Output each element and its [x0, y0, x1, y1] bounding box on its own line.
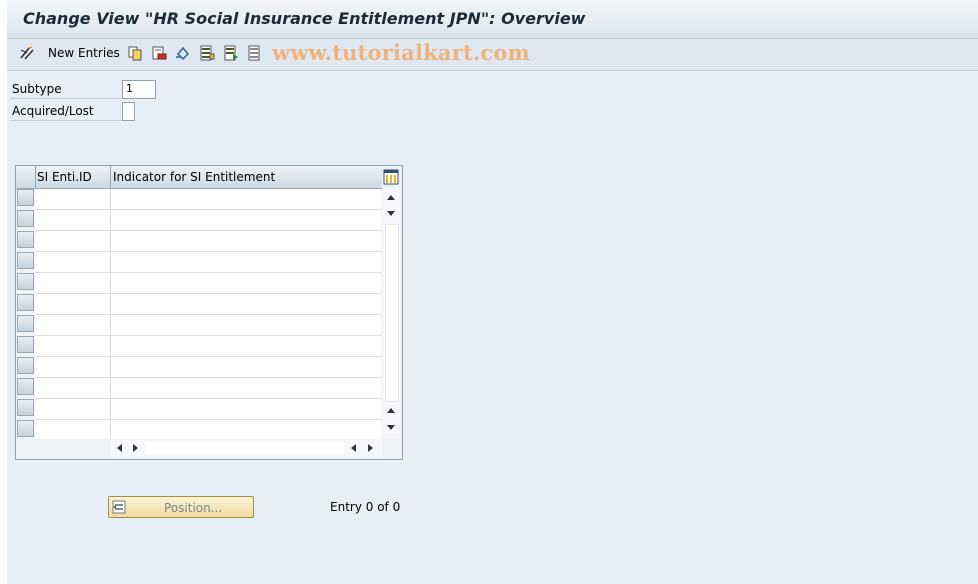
column-header-si-enti-id[interactable]: SI Enti.ID — [37, 170, 92, 184]
table-row[interactable] — [35, 209, 381, 210]
application-toolbar: New Entries www.tutorialkart.com — [7, 39, 978, 71]
table-row[interactable] — [35, 356, 381, 357]
position-icon — [112, 500, 126, 514]
row-selector[interactable] — [17, 336, 34, 353]
subtype-label: Subtype — [12, 82, 62, 96]
row-selector[interactable] — [17, 420, 34, 437]
column-divider — [110, 166, 111, 188]
position-button[interactable]: Position... — [108, 496, 254, 518]
deselect-all-icon[interactable] — [247, 45, 263, 61]
table-row[interactable] — [35, 335, 381, 336]
subtype-label-underline — [11, 98, 122, 99]
acquired-lost-input[interactable] — [122, 102, 135, 121]
row-selector[interactable] — [17, 210, 34, 227]
horizontal-scrollbar[interactable] — [110, 439, 382, 457]
table-row[interactable] — [35, 293, 381, 294]
left-border — [0, 0, 7, 584]
table-row[interactable] — [35, 314, 381, 315]
subtype-input[interactable]: 1 — [122, 80, 156, 99]
table-row[interactable] — [35, 230, 381, 231]
row-selector[interactable] — [17, 273, 34, 290]
scroll-track[interactable] — [385, 224, 399, 402]
row-selector[interactable] — [17, 399, 34, 416]
scroll-down-icon[interactable] — [386, 210, 396, 218]
title-bar: Change View "HR Social Insurance Entitle… — [7, 0, 978, 39]
column-header-indicator[interactable]: Indicator for SI Entitlement — [113, 170, 275, 184]
table-header: SI Enti.ID Indicator for SI Entitlement — [16, 166, 382, 189]
copy-icon[interactable] — [127, 45, 143, 61]
row-selector[interactable] — [17, 231, 34, 248]
delete-icon[interactable] — [151, 45, 167, 61]
scroll-right-icon[interactable] — [132, 443, 140, 453]
scroll-down-bottom-icon[interactable] — [386, 424, 396, 432]
select-block-icon[interactable] — [223, 45, 239, 61]
acquired-lost-label: Acquired/Lost — [12, 104, 94, 118]
row-selector[interactable] — [17, 378, 34, 395]
entry-counter: Entry 0 of 0 — [330, 500, 401, 514]
scroll-right-end-icon[interactable] — [367, 443, 375, 453]
scroll-left-icon[interactable] — [115, 443, 123, 453]
table-row[interactable] — [35, 419, 381, 420]
edit-glasses-icon[interactable] — [19, 45, 35, 61]
watermark-text: www.tutorialkart.com — [272, 40, 530, 65]
table-row[interactable] — [35, 398, 381, 399]
select-all-rows-cell[interactable] — [16, 166, 36, 188]
select-all-icon[interactable] — [199, 45, 215, 61]
new-entries-button[interactable]: New Entries — [48, 46, 120, 60]
page-title: Change View "HR Social Insurance Entitle… — [23, 9, 586, 28]
row-selector[interactable] — [17, 252, 34, 269]
row-selector[interactable] — [17, 357, 34, 374]
scroll-up-icon[interactable] — [386, 193, 396, 201]
scroll-track[interactable] — [146, 442, 344, 454]
row-selector[interactable] — [17, 189, 34, 206]
position-button-label: Position... — [164, 501, 223, 515]
row-selector[interactable] — [17, 294, 34, 311]
table-settings-icon[interactable] — [383, 169, 399, 185]
undo-icon[interactable] — [175, 45, 191, 61]
table-row[interactable] — [35, 251, 381, 252]
table-row[interactable] — [35, 377, 381, 378]
scroll-left-end-icon[interactable] — [349, 443, 357, 453]
row-selector[interactable] — [17, 315, 34, 332]
table-row[interactable] — [35, 272, 381, 273]
vertical-scrollbar[interactable] — [382, 188, 400, 438]
scroll-up-bottom-icon[interactable] — [386, 406, 396, 414]
acquired-lost-label-underline — [11, 120, 122, 121]
